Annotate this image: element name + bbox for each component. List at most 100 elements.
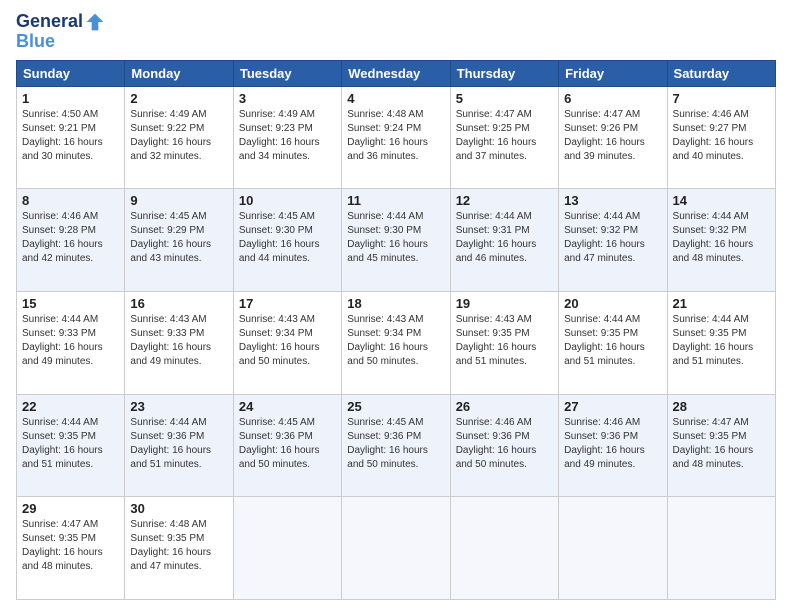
- table-row: 18 Sunrise: 4:43 AMSunset: 9:34 PMDaylig…: [342, 292, 450, 395]
- day-info: Sunrise: 4:49 AMSunset: 9:23 PMDaylight:…: [239, 108, 336, 164]
- table-row: 1 Sunrise: 4:50 AMSunset: 9:21 PMDayligh…: [17, 86, 125, 189]
- day-number: 6: [564, 91, 661, 106]
- table-row: 9 Sunrise: 4:45 AMSunset: 9:29 PMDayligh…: [125, 189, 233, 292]
- day-number: 27: [564, 399, 661, 414]
- table-row: [559, 497, 667, 600]
- table-row: 25 Sunrise: 4:45 AMSunset: 9:36 PMDaylig…: [342, 394, 450, 497]
- table-row: 13 Sunrise: 4:44 AMSunset: 9:32 PMDaylig…: [559, 189, 667, 292]
- table-row: 15 Sunrise: 4:44 AMSunset: 9:33 PMDaylig…: [17, 292, 125, 395]
- day-number: 7: [673, 91, 770, 106]
- logo-blue-text: Blue: [16, 32, 105, 52]
- table-row: 2 Sunrise: 4:49 AMSunset: 9:22 PMDayligh…: [125, 86, 233, 189]
- th-monday: Monday: [125, 60, 233, 86]
- table-row: 3 Sunrise: 4:49 AMSunset: 9:23 PMDayligh…: [233, 86, 341, 189]
- day-info: Sunrise: 4:47 AMSunset: 9:35 PMDaylight:…: [22, 518, 119, 574]
- page: General Blue Sunday Monday Tuesday Wedne…: [0, 0, 792, 612]
- day-number: 12: [456, 193, 553, 208]
- day-number: 13: [564, 193, 661, 208]
- day-info: Sunrise: 4:46 AMSunset: 9:27 PMDaylight:…: [673, 108, 770, 164]
- table-row: 12 Sunrise: 4:44 AMSunset: 9:31 PMDaylig…: [450, 189, 558, 292]
- table-row: 20 Sunrise: 4:44 AMSunset: 9:35 PMDaylig…: [559, 292, 667, 395]
- table-row: [233, 497, 341, 600]
- day-number: 4: [347, 91, 444, 106]
- day-info: Sunrise: 4:47 AMSunset: 9:35 PMDaylight:…: [673, 416, 770, 472]
- table-row: 22 Sunrise: 4:44 AMSunset: 9:35 PMDaylig…: [17, 394, 125, 497]
- day-info: Sunrise: 4:45 AMSunset: 9:36 PMDaylight:…: [347, 416, 444, 472]
- day-info: Sunrise: 4:44 AMSunset: 9:30 PMDaylight:…: [347, 210, 444, 266]
- calendar-week-row: 1 Sunrise: 4:50 AMSunset: 9:21 PMDayligh…: [17, 86, 776, 189]
- day-info: Sunrise: 4:44 AMSunset: 9:33 PMDaylight:…: [22, 313, 119, 369]
- day-number: 18: [347, 296, 444, 311]
- day-info: Sunrise: 4:44 AMSunset: 9:32 PMDaylight:…: [673, 210, 770, 266]
- day-info: Sunrise: 4:43 AMSunset: 9:34 PMDaylight:…: [347, 313, 444, 369]
- day-number: 10: [239, 193, 336, 208]
- day-info: Sunrise: 4:44 AMSunset: 9:35 PMDaylight:…: [673, 313, 770, 369]
- day-number: 21: [673, 296, 770, 311]
- header: General Blue: [16, 12, 776, 52]
- day-info: Sunrise: 4:47 AMSunset: 9:25 PMDaylight:…: [456, 108, 553, 164]
- day-number: 8: [22, 193, 119, 208]
- th-friday: Friday: [559, 60, 667, 86]
- day-number: 22: [22, 399, 119, 414]
- day-number: 1: [22, 91, 119, 106]
- th-saturday: Saturday: [667, 60, 775, 86]
- table-row: 27 Sunrise: 4:46 AMSunset: 9:36 PMDaylig…: [559, 394, 667, 497]
- day-number: 20: [564, 296, 661, 311]
- table-row: 29 Sunrise: 4:47 AMSunset: 9:35 PMDaylig…: [17, 497, 125, 600]
- calendar-week-row: 15 Sunrise: 4:44 AMSunset: 9:33 PMDaylig…: [17, 292, 776, 395]
- table-row: 7 Sunrise: 4:46 AMSunset: 9:27 PMDayligh…: [667, 86, 775, 189]
- table-row: 19 Sunrise: 4:43 AMSunset: 9:35 PMDaylig…: [450, 292, 558, 395]
- day-number: 19: [456, 296, 553, 311]
- day-number: 2: [130, 91, 227, 106]
- day-info: Sunrise: 4:44 AMSunset: 9:36 PMDaylight:…: [130, 416, 227, 472]
- day-info: Sunrise: 4:44 AMSunset: 9:35 PMDaylight:…: [22, 416, 119, 472]
- day-number: 14: [673, 193, 770, 208]
- day-info: Sunrise: 4:46 AMSunset: 9:36 PMDaylight:…: [456, 416, 553, 472]
- day-info: Sunrise: 4:45 AMSunset: 9:30 PMDaylight:…: [239, 210, 336, 266]
- table-row: 26 Sunrise: 4:46 AMSunset: 9:36 PMDaylig…: [450, 394, 558, 497]
- day-info: Sunrise: 4:49 AMSunset: 9:22 PMDaylight:…: [130, 108, 227, 164]
- day-number: 28: [673, 399, 770, 414]
- day-info: Sunrise: 4:45 AMSunset: 9:36 PMDaylight:…: [239, 416, 336, 472]
- day-info: Sunrise: 4:43 AMSunset: 9:34 PMDaylight:…: [239, 313, 336, 369]
- day-info: Sunrise: 4:46 AMSunset: 9:36 PMDaylight:…: [564, 416, 661, 472]
- table-row: 11 Sunrise: 4:44 AMSunset: 9:30 PMDaylig…: [342, 189, 450, 292]
- th-thursday: Thursday: [450, 60, 558, 86]
- calendar-table: Sunday Monday Tuesday Wednesday Thursday…: [16, 60, 776, 600]
- table-row: 17 Sunrise: 4:43 AMSunset: 9:34 PMDaylig…: [233, 292, 341, 395]
- day-number: 26: [456, 399, 553, 414]
- day-info: Sunrise: 4:43 AMSunset: 9:35 PMDaylight:…: [456, 313, 553, 369]
- day-info: Sunrise: 4:45 AMSunset: 9:29 PMDaylight:…: [130, 210, 227, 266]
- day-info: Sunrise: 4:43 AMSunset: 9:33 PMDaylight:…: [130, 313, 227, 369]
- th-tuesday: Tuesday: [233, 60, 341, 86]
- table-row: 5 Sunrise: 4:47 AMSunset: 9:25 PMDayligh…: [450, 86, 558, 189]
- logo-icon: [85, 12, 105, 32]
- calendar-week-row: 8 Sunrise: 4:46 AMSunset: 9:28 PMDayligh…: [17, 189, 776, 292]
- day-number: 30: [130, 501, 227, 516]
- day-number: 9: [130, 193, 227, 208]
- day-info: Sunrise: 4:44 AMSunset: 9:35 PMDaylight:…: [564, 313, 661, 369]
- day-number: 15: [22, 296, 119, 311]
- table-row: 8 Sunrise: 4:46 AMSunset: 9:28 PMDayligh…: [17, 189, 125, 292]
- day-number: 5: [456, 91, 553, 106]
- day-number: 23: [130, 399, 227, 414]
- table-row: 30 Sunrise: 4:48 AMSunset: 9:35 PMDaylig…: [125, 497, 233, 600]
- day-number: 25: [347, 399, 444, 414]
- day-info: Sunrise: 4:48 AMSunset: 9:24 PMDaylight:…: [347, 108, 444, 164]
- day-number: 17: [239, 296, 336, 311]
- table-row: 24 Sunrise: 4:45 AMSunset: 9:36 PMDaylig…: [233, 394, 341, 497]
- day-info: Sunrise: 4:44 AMSunset: 9:32 PMDaylight:…: [564, 210, 661, 266]
- th-wednesday: Wednesday: [342, 60, 450, 86]
- day-info: Sunrise: 4:50 AMSunset: 9:21 PMDaylight:…: [22, 108, 119, 164]
- calendar-week-row: 22 Sunrise: 4:44 AMSunset: 9:35 PMDaylig…: [17, 394, 776, 497]
- day-info: Sunrise: 4:47 AMSunset: 9:26 PMDaylight:…: [564, 108, 661, 164]
- day-number: 24: [239, 399, 336, 414]
- table-row: [667, 497, 775, 600]
- table-row: 14 Sunrise: 4:44 AMSunset: 9:32 PMDaylig…: [667, 189, 775, 292]
- table-row: 4 Sunrise: 4:48 AMSunset: 9:24 PMDayligh…: [342, 86, 450, 189]
- day-header-row: Sunday Monday Tuesday Wednesday Thursday…: [17, 60, 776, 86]
- table-row: 10 Sunrise: 4:45 AMSunset: 9:30 PMDaylig…: [233, 189, 341, 292]
- table-row: 16 Sunrise: 4:43 AMSunset: 9:33 PMDaylig…: [125, 292, 233, 395]
- day-info: Sunrise: 4:48 AMSunset: 9:35 PMDaylight:…: [130, 518, 227, 574]
- table-row: 21 Sunrise: 4:44 AMSunset: 9:35 PMDaylig…: [667, 292, 775, 395]
